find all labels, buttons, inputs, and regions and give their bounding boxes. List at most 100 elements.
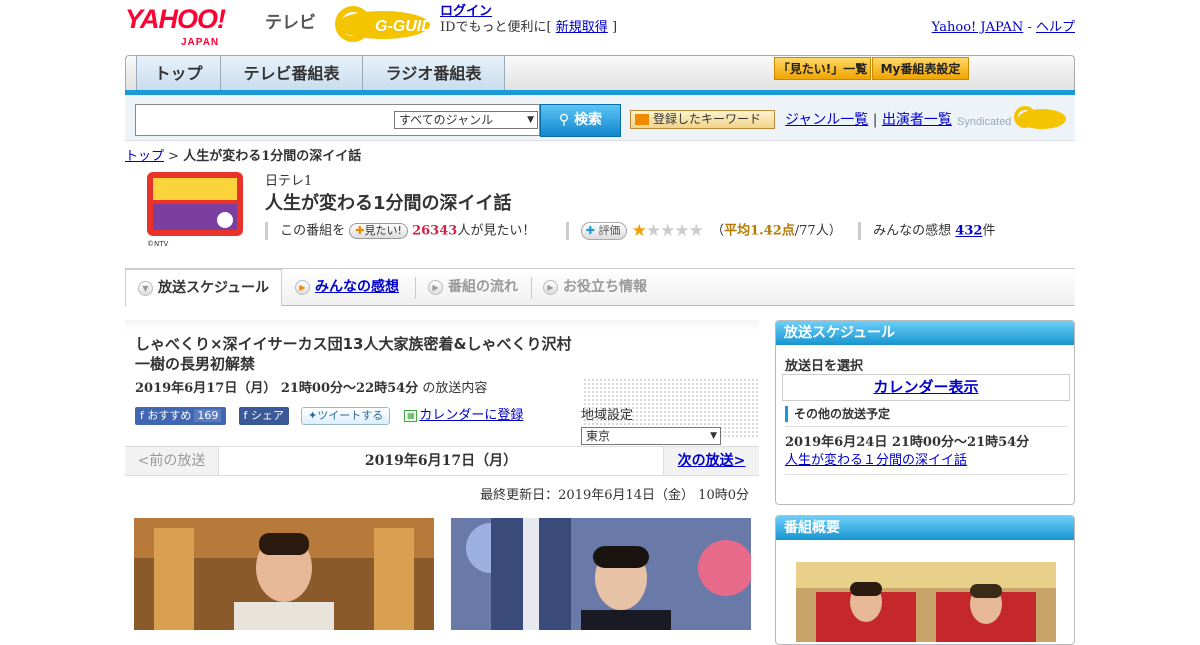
- mitai-list-button[interactable]: 「見たい!」一覧: [774, 57, 871, 80]
- overview-thumbnail: [796, 562, 1056, 642]
- breadcrumb-top-link[interactable]: トップ: [125, 149, 164, 164]
- facebook-icon: f: [140, 409, 144, 422]
- star-empty-icon: ★★★★: [645, 221, 704, 241]
- region-select[interactable]: 東京 ▼: [581, 426, 721, 445]
- chevron-down-icon: ▼: [138, 281, 153, 296]
- syndicated-text: Syndicated: [957, 116, 1011, 128]
- login-link[interactable]: ログイン: [440, 4, 492, 19]
- divider: [785, 426, 1067, 427]
- top-links: Yahoo! JAPAN - ヘルプ: [932, 16, 1075, 35]
- facebook-share-label: シェア: [250, 409, 284, 422]
- genre-select[interactable]: すべてのジャンル ▼: [394, 111, 538, 129]
- last-updated: 最終更新日：2019年6月14日（金） 10時0分: [480, 488, 749, 503]
- other-schedule-item: 人生が変わる１分間の深イイ話: [785, 449, 967, 468]
- top-links-separator: -: [1027, 20, 1032, 35]
- nav-tab-top[interactable]: トップ: [136, 56, 221, 91]
- twitter-bird-icon: ✦: [308, 409, 318, 422]
- search-bar: すべてのジャンル ▼ ⚲ 検索 登録したキーワード ジャンル一覧 | 出演者一覧…: [125, 95, 1075, 141]
- schedule-sidebar: 放送スケジュール 放送日を選択 カレンダー表示 その他の放送予定 2019年6月…: [775, 320, 1075, 505]
- tab-program-flow-label: 番組の流れ: [448, 279, 518, 295]
- signup-link[interactable]: 新規取得: [556, 20, 608, 35]
- select-date-label: 放送日を選択: [785, 359, 864, 374]
- episode-date-suffix: の放送内容: [422, 381, 488, 396]
- episode-title: しゃべくり×深イイサーカス団13人大家族密着&しゃべくり沢村一樹の長男初解禁: [135, 335, 572, 373]
- divider: [785, 474, 1067, 475]
- star-filled-icon: ★: [631, 221, 647, 241]
- tab-schedule[interactable]: ▼ 放送スケジュール: [125, 269, 282, 306]
- divider: [858, 222, 861, 240]
- tweet-button[interactable]: ✦ツイートする: [301, 407, 391, 425]
- want-button-label: 見たい!: [364, 224, 402, 237]
- search-button[interactable]: ⚲ 検索: [540, 104, 621, 137]
- yahoo-japan-link[interactable]: Yahoo! JAPAN: [932, 20, 1024, 35]
- divider: [565, 222, 569, 240]
- syndicated-gguide-logo: Syndicated: [957, 106, 1066, 129]
- next-broadcast-link[interactable]: 次の放送>: [678, 453, 746, 469]
- tab-program-flow: ▶ 番組の流れ: [416, 269, 531, 305]
- tab-schedule-label: 放送スケジュール: [158, 280, 270, 296]
- gguide-logo[interactable]: G-GUIDE: [333, 4, 435, 42]
- main-nav: トップ テレビ番組表 ラジオ番組表 「見たい!」一覧 My番組表設定: [125, 55, 1075, 91]
- pager-date: 2019年6月17日（月）: [219, 447, 663, 475]
- help-link[interactable]: ヘルプ: [1036, 20, 1075, 35]
- calendar-display-link[interactable]: カレンダー表示: [873, 378, 978, 396]
- episode-date: 2019年6月17日（月） 21時00分～22時54分: [135, 381, 419, 396]
- tab-impressions[interactable]: ▶ みんなの感想: [283, 269, 413, 305]
- chevron-down-icon: ▼: [527, 115, 534, 125]
- breadcrumb: トップ > 人生が変わる1分間の深イイ話: [125, 145, 361, 164]
- header: YAHOO! JAPAN テレビ G-GUIDE ログイン IDでもっと便利に[…: [125, 0, 1075, 50]
- rating-stars: ★★★★★: [631, 221, 704, 241]
- registered-keyword-button[interactable]: 登録したキーワード: [630, 110, 775, 129]
- my-schedule-button[interactable]: My番組表設定: [872, 57, 969, 80]
- search-icon: ⚲: [558, 112, 570, 128]
- overview-sidebar-header: 番組概要: [776, 516, 1074, 540]
- registered-keyword-label: 登録したキーワード: [653, 112, 762, 126]
- program-logo: ©NTV: [147, 172, 243, 248]
- want-prefix: この番組を: [280, 223, 346, 239]
- region-setting: 地域設定 東京 ▼: [581, 406, 759, 446]
- calendar-register[interactable]: ▦ カレンダーに登録: [404, 408, 523, 423]
- region-label: 地域設定: [581, 408, 634, 423]
- calendar-register-link[interactable]: カレンダーに登録: [419, 408, 523, 423]
- other-schedule-date: 2019年6月24日 21時00分～21時54分: [785, 435, 1030, 450]
- tab-useful-info: ▶ お役立ち情報: [531, 269, 661, 305]
- want-suffix: 人が見たい！: [457, 223, 536, 239]
- nav-tab-tv-schedule[interactable]: テレビ番組表: [221, 56, 363, 91]
- plus-icon: ✚: [355, 224, 365, 237]
- episode-photo-1: [134, 518, 434, 630]
- other-schedule-link[interactable]: 人生が変わる１分間の深イイ話: [785, 453, 967, 468]
- plus-icon: ✚: [585, 224, 595, 237]
- facebook-recommend-label: おすすめ: [147, 409, 192, 422]
- play-arrow-icon: ▶: [543, 280, 558, 295]
- performer-list-link[interactable]: 出演者一覧: [882, 112, 952, 128]
- search-input[interactable]: すべてのジャンル ▼: [135, 104, 540, 136]
- region-select-value: 東京: [586, 428, 611, 443]
- calendar-display-button[interactable]: カレンダー表示: [782, 374, 1070, 401]
- schedule-sidebar-header: 放送スケジュール: [776, 321, 1074, 345]
- breadcrumb-current: 人生が変わる1分間の深イイ話: [183, 149, 362, 164]
- other-schedule-heading: その他の放送予定: [785, 406, 890, 422]
- facebook-share-button[interactable]: f シェア: [238, 407, 289, 425]
- genre-list-link[interactable]: ジャンル一覧: [785, 112, 868, 128]
- rating-count: /77人）: [794, 223, 842, 239]
- facebook-recommend-button[interactable]: f おすすめ 169: [135, 407, 227, 425]
- want-count: 26343: [412, 223, 458, 239]
- facebook-recommend-count: 169: [194, 409, 222, 422]
- impressions-unit: 件: [982, 223, 996, 239]
- want-button[interactable]: ✚見たい!: [349, 223, 408, 239]
- yahoo-logo[interactable]: YAHOO! JAPAN: [125, 6, 226, 49]
- tab-useful-info-label: お役立ち情報: [563, 279, 647, 295]
- dropdown-arrow-icon: [635, 114, 649, 125]
- avg-open: （: [711, 223, 725, 239]
- gguide-logo-text: G-GUIDE: [375, 18, 435, 35]
- impressions-label: みんなの感想: [873, 223, 952, 239]
- episode-date-line: 2019年6月17日（月） 21時00分～22時54分 の放送内容: [135, 377, 487, 396]
- channel-name: 日テレ1: [265, 174, 313, 189]
- rate-button-label: 評価: [598, 224, 621, 237]
- rate-button[interactable]: ✚ 評価: [580, 222, 628, 240]
- impressions-count-link[interactable]: 432: [955, 224, 982, 239]
- program-info-line: この番組を ✚見たい! 26343人が見たい！ ✚ 評価 ★★★★★ （平均1.…: [265, 221, 995, 241]
- tweet-label: ツイートする: [317, 409, 384, 422]
- nav-tab-radio-schedule[interactable]: ラジオ番組表: [363, 56, 505, 91]
- breadcrumb-separator: >: [168, 149, 180, 164]
